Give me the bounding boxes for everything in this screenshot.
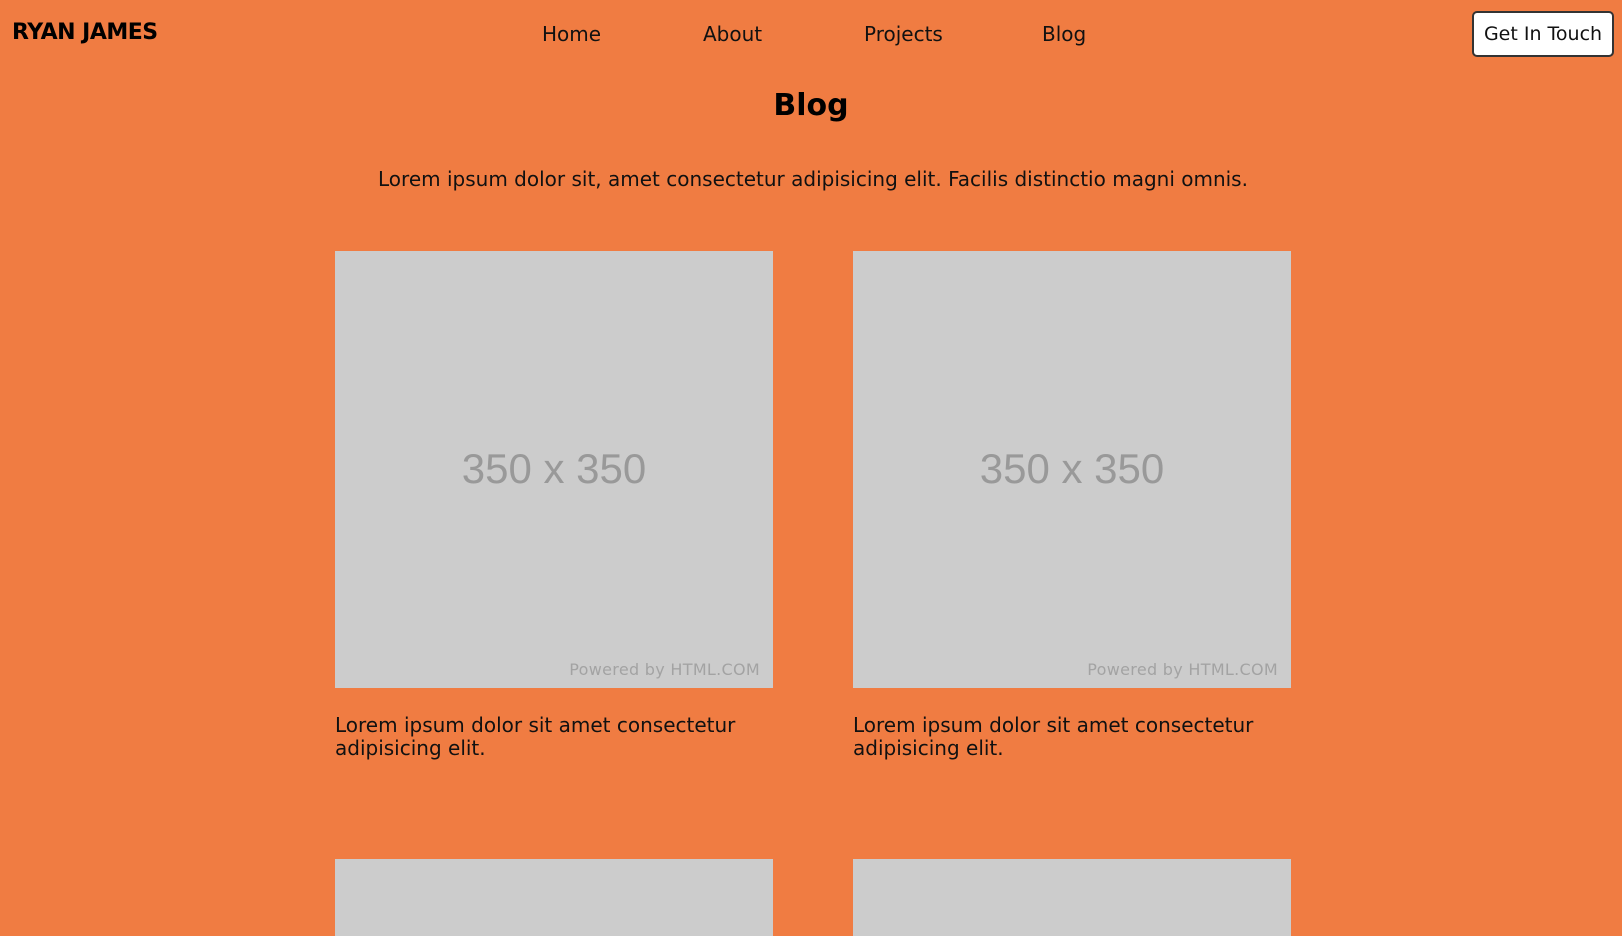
- blog-intro: Lorem ipsum dolor sit, amet consectetur …: [378, 167, 1248, 191]
- image-credit: Powered by HTML.COM: [1087, 660, 1278, 679]
- get-in-touch-button[interactable]: Get In Touch: [1472, 11, 1614, 57]
- nav-projects-link[interactable]: Projects: [864, 22, 943, 46]
- post-image-placeholder[interactable]: 350 x 350 Powered by HTML.COM: [335, 251, 773, 688]
- post-image-placeholder[interactable]: [853, 859, 1291, 936]
- post-excerpt: Lorem ipsum dolor sit amet consectetur a…: [853, 713, 1254, 760]
- image-size-label: 350 x 350: [979, 445, 1165, 492]
- image-size-label: 350 x 350: [461, 445, 647, 492]
- image-credit: Powered by HTML.COM: [569, 660, 760, 679]
- nav-home-link[interactable]: Home: [542, 22, 601, 46]
- blog-post-card[interactable]: 350 x 350 Powered by HTML.COM Lorem ipsu…: [853, 251, 1291, 760]
- post-excerpt: Lorem ipsum dolor sit amet consectetur a…: [335, 713, 736, 760]
- site-header: RYAN JAMES Home About Projects Blog Get …: [0, 0, 1622, 70]
- nav-about-link[interactable]: About: [703, 22, 762, 46]
- blog-post-card[interactable]: 350 x 350 Powered by HTML.COM Lorem ipsu…: [335, 251, 773, 760]
- main-nav: Home About Projects Blog: [0, 22, 1622, 48]
- post-image-placeholder[interactable]: 350 x 350 Powered by HTML.COM: [853, 251, 1291, 688]
- page-title: Blog: [773, 88, 849, 123]
- nav-blog-link[interactable]: Blog: [1042, 22, 1086, 46]
- post-image-placeholder[interactable]: [335, 859, 773, 936]
